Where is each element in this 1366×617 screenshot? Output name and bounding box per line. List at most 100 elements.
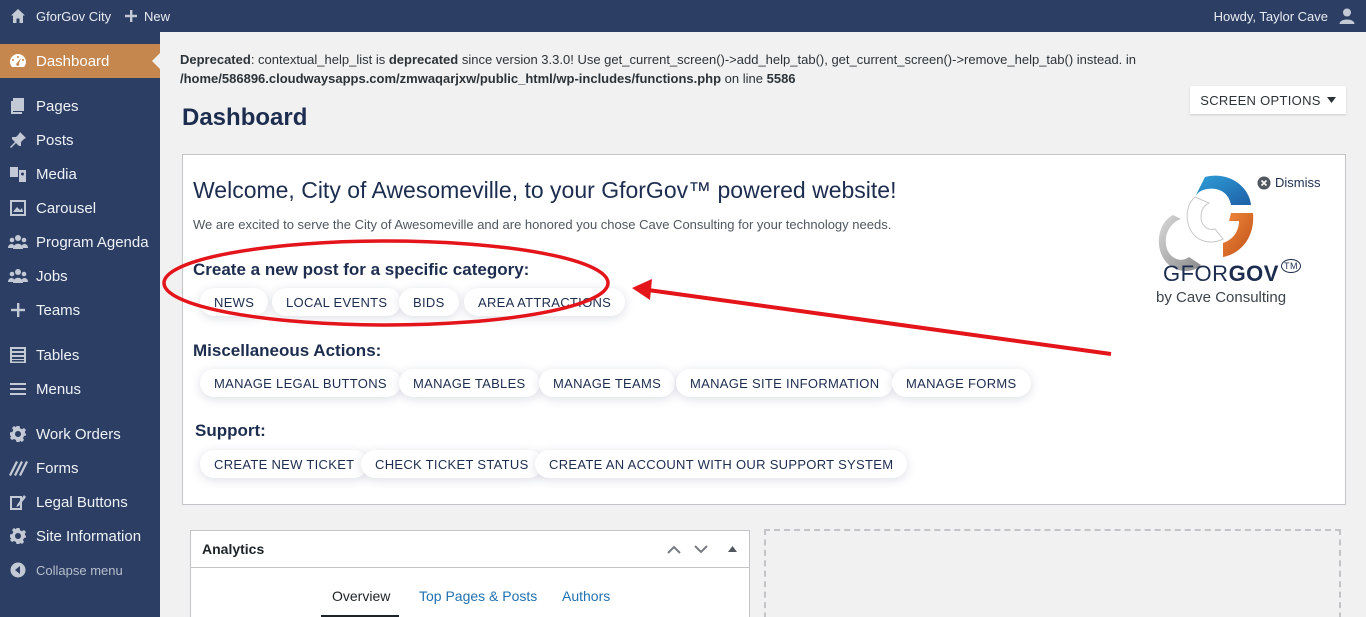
sidebar-item-label: Posts	[36, 131, 74, 149]
sidebar-item-label: Menus	[36, 380, 82, 398]
account-menu[interactable]: Howdy, Taylor Cave	[1214, 0, 1356, 32]
sidebar-item-carousel[interactable]: Carousel	[0, 191, 160, 225]
bids-button[interactable]: BIDS	[399, 288, 459, 316]
move-up-button[interactable]	[665, 540, 683, 558]
sidebar-item-legal-buttons[interactable]: Legal Buttons	[0, 485, 160, 519]
create-support-account-button[interactable]: CREATE AN ACCOUNT WITH OUR SUPPORT SYSTE…	[535, 450, 908, 478]
plus-icon	[125, 10, 137, 22]
notice-deprecated: deprecated	[388, 52, 459, 67]
sidebar-item-label: Site Information	[36, 527, 142, 545]
create-new-ticket-button[interactable]: CREATE NEW TICKET	[200, 450, 369, 478]
sidebar-item-label: Legal Buttons	[36, 493, 128, 511]
notice-line: 5586	[766, 71, 796, 86]
check-ticket-status-button[interactable]: CHECK TICKET STATUS	[361, 450, 543, 478]
manage-tables-button[interactable]: MANAGE TABLES	[399, 369, 540, 397]
logo-text-bold: GOV	[1228, 261, 1279, 286]
area-attractions-button[interactable]: AREA ATTRACTIONS	[464, 288, 626, 316]
create-post-heading: Create a new post for a specific categor…	[193, 260, 530, 279]
screen-options-label: SCREEN OPTIONS	[1200, 92, 1321, 108]
sidebar-item-forms[interactable]: Forms	[0, 451, 160, 485]
groups-icon	[0, 267, 36, 285]
collapse-menu-label: Collapse menu	[36, 562, 123, 578]
notice-text: since version 3.3.0! Use get_current_scr…	[458, 52, 1137, 67]
sidebar-item-tables[interactable]: Tables	[0, 338, 160, 372]
notice-prefix: Deprecated	[180, 52, 251, 67]
home-icon	[11, 9, 25, 23]
sidebar-item-dashboard[interactable]: Dashboard	[0, 44, 160, 78]
analytics-header: Analytics	[191, 531, 749, 568]
caret-down-icon	[1326, 97, 1336, 103]
forms-icon	[0, 459, 36, 477]
greeting: Howdy, Taylor Cave	[1213, 8, 1328, 24]
sidebar-item-site-information[interactable]: Site Information	[0, 519, 160, 553]
logo-text-light: GFOR	[1163, 261, 1229, 286]
logo-tm: TM	[1280, 259, 1301, 273]
sidebar-item-label: Pages	[36, 97, 79, 115]
page-title: Dashboard	[182, 104, 308, 131]
site-name-link[interactable]: GforGov City	[10, 0, 111, 32]
admin-bar: GforGov City New Howdy, Taylor Cave	[0, 0, 1366, 32]
manage-legal-buttons-button[interactable]: MANAGE LEGAL BUTTONS	[200, 369, 401, 397]
sidebar-item-label: Work Orders	[36, 425, 121, 443]
site-name: GforGov City	[36, 8, 112, 24]
notice-path: /home/586896.cloudwaysapps.com/zmwaqarjx…	[180, 71, 722, 86]
notice-text: on line	[721, 71, 767, 86]
sidebar-item-label: Carousel	[36, 199, 97, 217]
logo-tagline: by Cave Consulting	[1156, 289, 1287, 306]
sidebar-item-menus[interactable]: Menus	[0, 372, 160, 406]
welcome-panel: Welcome, City of Awesomeville, to your G…	[182, 154, 1346, 505]
sidebar-item-media[interactable]: Media	[0, 157, 160, 191]
manage-forms-button[interactable]: MANAGE FORMS	[892, 369, 1031, 397]
gear-icon	[0, 527, 36, 545]
notice-text: : contextual_help_list is	[250, 52, 389, 67]
sidebar-item-label: Jobs	[36, 267, 68, 285]
plus-icon	[0, 302, 36, 318]
pin-icon	[0, 131, 36, 149]
collapse-menu-button[interactable]: Collapse menu	[0, 553, 160, 587]
news-button[interactable]: NEWS	[200, 288, 269, 316]
sidebar-item-label: Forms	[36, 459, 79, 477]
deprecated-notice: Deprecated: contextual_help_list is depr…	[180, 50, 1330, 88]
misc-actions-heading: Miscellaneous Actions:	[193, 341, 382, 360]
tab-authors[interactable]: Authors	[562, 588, 610, 604]
sidebar-item-label: Media	[36, 165, 77, 183]
dismiss-button[interactable]: Dismiss	[1257, 175, 1321, 190]
screen-options-button[interactable]: SCREEN OPTIONS	[1190, 86, 1346, 114]
pages-icon	[0, 97, 36, 115]
collapse-icon	[0, 562, 36, 578]
move-down-button[interactable]	[692, 540, 710, 558]
welcome-subtitle: We are excited to serve the City of Awes…	[193, 217, 892, 232]
new-content-link[interactable]: New	[124, 0, 170, 32]
gear-icon	[0, 425, 36, 443]
sidebar-item-label: Program Agenda	[36, 233, 149, 251]
sidebar-item-jobs[interactable]: Jobs	[0, 259, 160, 293]
sidebar-item-program-agenda[interactable]: Program Agenda	[0, 225, 160, 259]
sidebar-item-label: Teams	[36, 301, 81, 319]
sidebar-item-label: Dashboard	[36, 52, 110, 70]
close-icon	[1257, 176, 1271, 189]
gallery-icon	[0, 199, 36, 217]
sidebar-item-teams[interactable]: Teams	[0, 293, 160, 327]
sidebar-item-work-orders[interactable]: Work Orders	[0, 417, 160, 451]
manage-site-information-button[interactable]: MANAGE SITE INFORMATION	[676, 369, 894, 397]
tab-top-pages-posts[interactable]: Top Pages & Posts	[419, 588, 537, 604]
dismiss-label: Dismiss	[1275, 175, 1321, 190]
local-events-button[interactable]: LOCAL EVENTS	[272, 288, 402, 316]
caret-up-icon	[727, 546, 737, 552]
sidebar-item-pages[interactable]: Pages	[0, 89, 160, 123]
toggle-panel-button[interactable]	[723, 540, 741, 558]
widget-drop-zone	[764, 529, 1341, 617]
sidebar-item-label: Tables	[36, 346, 80, 364]
logo-wordmark: GFORGOV TM	[1163, 259, 1301, 287]
user-icon	[1339, 8, 1355, 24]
analytics-title: Analytics	[202, 541, 265, 557]
groups-icon	[0, 233, 36, 251]
menu-icon	[0, 382, 36, 396]
manage-teams-button[interactable]: MANAGE TEAMS	[539, 369, 676, 397]
chevron-up-icon	[667, 545, 681, 554]
tab-overview[interactable]: Overview	[332, 588, 390, 604]
analytics-widget: Analytics Overview Top Pages & Posts Aut…	[190, 530, 750, 617]
table-icon	[0, 346, 36, 364]
chevron-down-icon	[694, 544, 708, 553]
sidebar-item-posts[interactable]: Posts	[0, 123, 160, 157]
